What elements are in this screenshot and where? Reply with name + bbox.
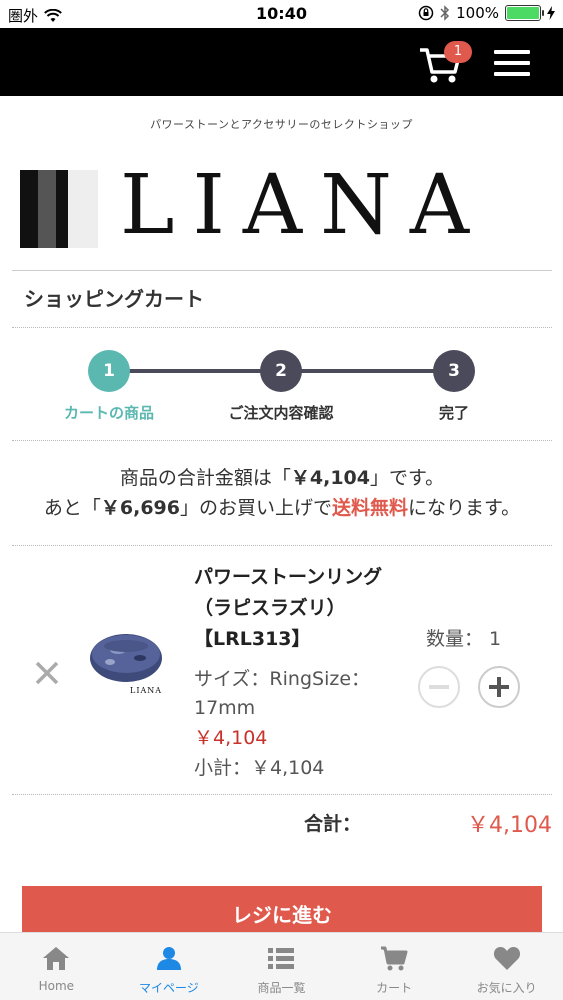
heart-icon xyxy=(493,947,520,970)
message-text: になります。 xyxy=(408,497,521,519)
step-label: カートの商品 xyxy=(63,404,154,422)
shop-banner: パワーストーンとアクセサリーのセレクトショップ LIANA xyxy=(0,96,563,256)
total-value: ￥4,104 xyxy=(467,813,552,838)
message-text: 」です。 xyxy=(370,467,445,489)
plus-icon xyxy=(489,677,509,697)
page-title: ショッピングカート xyxy=(24,287,204,311)
item-info: パワーストーンリング（ラピスラズリ）【LRL313】 サイズ：RingSize：… xyxy=(194,562,404,783)
total-label: 合計： xyxy=(304,813,362,835)
product-name[interactable]: パワーストーンリング（ラピスラズリ）【LRL313】 xyxy=(194,562,404,655)
tab-home[interactable]: Home xyxy=(0,933,113,1000)
checkout-steps: 1 カートの商品 2 ご注文内容確認 3 完了 xyxy=(12,328,552,440)
logo-text: LIANA xyxy=(120,158,488,253)
step-label: 完了 xyxy=(438,404,469,422)
tab-label: マイページ xyxy=(139,981,199,995)
tab-cart[interactable]: カート xyxy=(338,933,451,1000)
home-icon xyxy=(43,947,70,970)
status-right: 100% xyxy=(418,4,555,22)
step-label: ご注文内容確認 xyxy=(228,404,334,422)
quantity-label: 数量： 1 xyxy=(426,628,502,650)
remove-item-icon[interactable] xyxy=(32,658,62,688)
thumb-logo: LIANA xyxy=(130,686,163,695)
ring-image xyxy=(90,634,162,682)
status-bar: 圏外 10:40 100% xyxy=(0,0,563,28)
tab-mypage[interactable]: マイページ xyxy=(113,933,226,1000)
logo-mark xyxy=(20,170,98,248)
tab-favorites[interactable]: お気に入り xyxy=(450,933,563,1000)
message-text: あと「 xyxy=(43,497,101,519)
product-size: サイズ：RingSize：17mm xyxy=(194,668,371,719)
cart-icon xyxy=(381,946,408,971)
message-text: 商品の合計金額は「 xyxy=(119,467,291,489)
shop-logo[interactable]: LIANA xyxy=(20,160,550,252)
tab-label: カート xyxy=(376,981,413,995)
decrease-quantity-button[interactable] xyxy=(418,666,460,708)
total-row: 合計： ￥4,104 xyxy=(12,795,552,851)
step-number: 3 xyxy=(433,350,475,392)
list-icon xyxy=(268,948,295,969)
battery-icon xyxy=(505,5,544,21)
minus-icon xyxy=(429,685,449,689)
bluetooth-icon xyxy=(440,5,450,21)
tab-label: 商品一覧 xyxy=(257,981,306,995)
tab-label: Home xyxy=(38,979,75,993)
cart-count-badge: 1 xyxy=(444,41,472,63)
battery-percent: 100% xyxy=(456,4,499,22)
site-header: 1 xyxy=(0,28,563,96)
message-remaining-price: ￥6,696 xyxy=(100,497,180,519)
battery-level xyxy=(507,7,539,19)
tab-label: お気に入り xyxy=(476,981,537,995)
product-subtotal: 小計：￥4,104 xyxy=(194,757,325,779)
cart-total-message: 商品の合計金額は「￥4,104」です。 あと「￥6,696」のお買い上げで送料無… xyxy=(12,441,552,545)
charging-icon xyxy=(547,6,555,20)
step-cart: 1 カートの商品 xyxy=(24,350,194,423)
step-number: 2 xyxy=(260,350,302,392)
tab-products[interactable]: 商品一覧 xyxy=(225,933,338,1000)
message-text: 」のお買い上げで xyxy=(179,497,332,519)
step-number: 1 xyxy=(88,350,130,392)
product-thumbnail[interactable]: LIANA xyxy=(88,628,188,708)
shop-tagline: パワーストーンとアクセサリーのセレクトショップ xyxy=(150,118,413,131)
rotation-lock-icon xyxy=(418,5,434,21)
cart-item: LIANA パワーストーンリング（ラピスラズリ）【LRL313】 サイズ：Rin… xyxy=(12,546,552,794)
step-confirm: 2 ご注文内容確認 xyxy=(196,350,366,423)
message-total-price: ￥4,104 xyxy=(290,467,370,489)
person-icon xyxy=(156,947,181,970)
bottom-tab-bar: Home マイページ 商品一覧 カート お気に入り xyxy=(0,932,563,1000)
product-price: ￥4,104 xyxy=(194,727,268,749)
hamburger-menu-icon[interactable] xyxy=(494,50,530,76)
increase-quantity-button[interactable] xyxy=(478,666,520,708)
free-shipping-text: 送料無料 xyxy=(332,497,409,519)
cart-content: ショッピングカート 1 カートの商品 2 ご注文内容確認 3 完了 商品の合計金… xyxy=(12,270,552,851)
step-complete: 3 完了 xyxy=(369,350,539,423)
